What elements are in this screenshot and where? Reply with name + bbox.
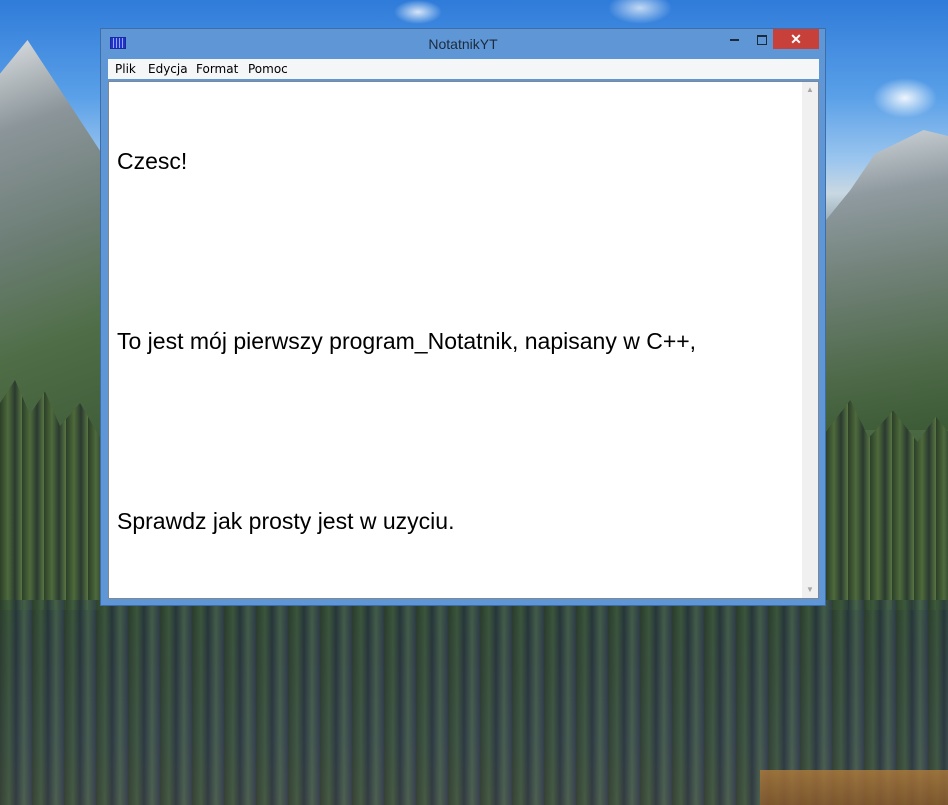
text-line: Czesc! (117, 148, 188, 174)
text-line: Sprawdz jak prosty jest w uzyciu. (117, 508, 455, 534)
vertical-scrollbar[interactable]: ▲ ▼ (802, 82, 818, 598)
close-icon: ✕ (790, 31, 802, 47)
text-editor[interactable]: Czesc! ​ To jest mój pierwszy program_No… (108, 81, 819, 599)
text-line: To jest mój pierwszy program_Notatnik, n… (117, 328, 697, 354)
window-title: NotatnikYT (428, 36, 498, 52)
maximize-button[interactable] (749, 29, 775, 49)
text-line: ​ (117, 236, 797, 266)
menu-bar: Plik Edycja Format Pomoc (108, 59, 819, 79)
meadow (760, 770, 948, 805)
maximize-icon (757, 34, 767, 45)
title-bar[interactable]: NotatnikYT ✕ (101, 29, 825, 59)
scroll-down-icon[interactable]: ▼ (802, 582, 818, 598)
menu-item-format[interactable]: Format (196, 62, 238, 76)
close-button[interactable]: ✕ (773, 29, 819, 49)
forest-right (826, 400, 948, 610)
menu-item-edycja[interactable]: Edycja (148, 62, 188, 76)
menu-item-plik[interactable]: Plik (115, 62, 136, 76)
text-line: ​ (117, 416, 797, 446)
forest-left (0, 380, 100, 610)
minimize-button[interactable] (721, 29, 747, 49)
minimize-icon (729, 38, 739, 41)
menu-item-pomoc[interactable]: Pomoc (248, 62, 288, 76)
scroll-up-icon[interactable]: ▲ (802, 82, 818, 98)
notepad-window: NotatnikYT ✕ Plik Edycja Format Pomoc Cz… (100, 28, 826, 606)
text-content[interactable]: Czesc! ​ To jest mój pierwszy program_No… (117, 86, 797, 591)
